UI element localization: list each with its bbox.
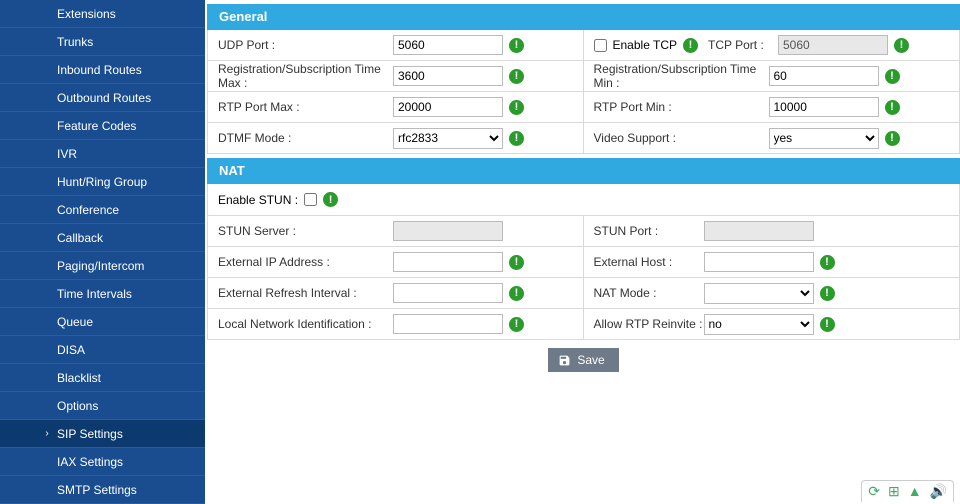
info-icon[interactable]: ! [509,69,524,84]
tool-icon[interactable]: 🔊 [930,483,947,500]
reg-max-input[interactable] [393,66,503,86]
info-icon[interactable]: ! [885,131,900,146]
reg-min-label: Registration/Subscription Time Min : [594,62,769,90]
enable-tcp-checkbox[interactable] [594,39,607,52]
info-icon[interactable]: ! [885,69,900,84]
enable-stun-checkbox[interactable] [304,193,317,206]
stun-port-input [704,221,814,241]
allow-rtp-label: Allow RTP Reinvite : [594,317,704,331]
external-host-input[interactable] [704,252,814,272]
sidebar-item-options[interactable]: Options [0,392,205,420]
reg-min-input[interactable] [769,66,879,86]
sidebar-item-sip-settings[interactable]: ›SIP Settings [0,420,205,448]
save-icon [558,354,571,367]
info-icon[interactable]: ! [820,286,835,301]
reg-max-label: Registration/Subscription Time Max : [218,62,393,90]
main-panel: General UDP Port : ! Enable TCP ! TCP Po… [207,0,960,504]
section-general: UDP Port : ! Enable TCP ! TCP Port : ! [207,30,960,154]
info-icon[interactable]: ! [894,38,909,53]
sidebar-item-smtp-settings[interactable]: SMTP Settings [0,476,205,504]
info-icon[interactable]: ! [509,38,524,53]
external-ip-input[interactable] [393,252,503,272]
section-nat: Enable STUN : ! STUN Server : STUN Port … [207,184,960,340]
section-header-general: General [207,4,960,30]
info-icon[interactable]: ! [509,255,524,270]
stun-port-label: STUN Port : [594,224,704,238]
tcp-port-label: TCP Port : [708,38,778,52]
sidebar-item-iax-settings[interactable]: IAX Settings [0,448,205,476]
sidebar-item-outbound-routes[interactable]: Outbound Routes [0,84,205,112]
sidebar-item-time-intervals[interactable]: Time Intervals [0,280,205,308]
rtp-min-input[interactable] [769,97,879,117]
sidebar: Extensions Trunks Inbound Routes Outboun… [0,0,205,504]
video-support-select[interactable]: yes [769,128,879,149]
sidebar-item-inbound-routes[interactable]: Inbound Routes [0,56,205,84]
sidebar-item-ivr[interactable]: IVR [0,140,205,168]
external-refresh-label: External Refresh Interval : [218,286,393,300]
dtmf-mode-label: DTMF Mode : [218,131,393,145]
tool-icon[interactable]: ⟳ [868,483,880,500]
chevron-right-icon: › [40,420,54,448]
save-button[interactable]: Save [548,348,618,372]
bottom-toolbar: ⟳ ⊞ ▲ 🔊 [861,480,954,502]
enable-tcp-label: Enable TCP [613,38,677,52]
udp-port-input[interactable] [393,35,503,55]
tool-icon[interactable]: ⊞ [888,483,900,500]
info-icon[interactable]: ! [509,131,524,146]
info-icon[interactable]: ! [509,286,524,301]
rtp-max-input[interactable] [393,97,503,117]
dtmf-mode-select[interactable]: rfc2833 [393,128,503,149]
tcp-port-input [778,35,888,55]
external-host-label: External Host : [594,255,704,269]
section-header-nat: NAT [207,158,960,184]
rtp-max-label: RTP Port Max : [218,100,393,114]
sidebar-item-disa[interactable]: DISA [0,336,205,364]
sidebar-item-trunks[interactable]: Trunks [0,28,205,56]
local-net-input[interactable] [393,314,503,334]
external-refresh-input[interactable] [393,283,503,303]
info-icon[interactable]: ! [323,192,338,207]
nat-mode-label: NAT Mode : [594,286,704,300]
sidebar-item-feature-codes[interactable]: Feature Codes [0,112,205,140]
sidebar-item-conference[interactable]: Conference [0,196,205,224]
external-ip-label: External IP Address : [218,255,393,269]
sidebar-item-extensions[interactable]: Extensions [0,0,205,28]
info-icon[interactable]: ! [509,100,524,115]
tool-icon[interactable]: ▲ [908,483,922,500]
udp-port-label: UDP Port : [218,38,393,52]
info-icon[interactable]: ! [683,38,698,53]
info-icon[interactable]: ! [820,317,835,332]
sidebar-item-queue[interactable]: Queue [0,308,205,336]
stun-server-input [393,221,503,241]
allow-rtp-select[interactable]: no [704,314,814,335]
sidebar-item-hunt-ring-group[interactable]: Hunt/Ring Group [0,168,205,196]
nat-mode-select[interactable] [704,283,814,304]
info-icon[interactable]: ! [820,255,835,270]
enable-stun-label: Enable STUN : [218,193,298,207]
video-support-label: Video Support : [594,131,769,145]
stun-server-label: STUN Server : [218,224,393,238]
local-net-label: Local Network Identification : [218,317,393,331]
info-icon[interactable]: ! [509,317,524,332]
rtp-min-label: RTP Port Min : [594,100,769,114]
info-icon[interactable]: ! [885,100,900,115]
sidebar-item-blacklist[interactable]: Blacklist [0,364,205,392]
sidebar-item-paging-intercom[interactable]: Paging/Intercom [0,252,205,280]
sidebar-item-callback[interactable]: Callback [0,224,205,252]
